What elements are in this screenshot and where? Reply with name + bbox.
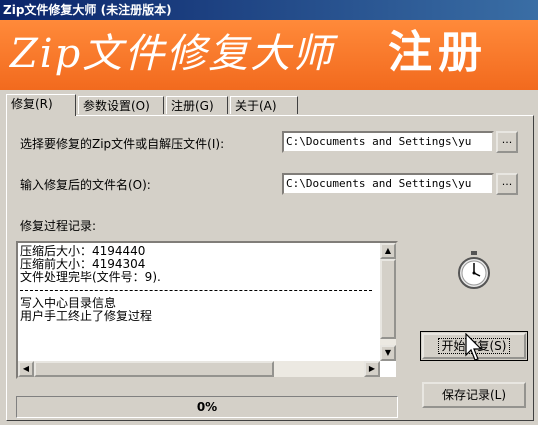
output-browse-button[interactable]: ... [496, 173, 518, 195]
log-textarea[interactable]: 压缩后大小：4194440 压缩前大小：4194304 文件处理完毕(文件号：9… [16, 241, 398, 379]
output-file-input[interactable]: C:\Documents and Settings\yu [282, 173, 494, 195]
app-banner: Zip文件修复大师 注册 [0, 20, 538, 90]
progress-bar: 0% [16, 396, 398, 418]
scroll-left-icon[interactable]: ◀ [18, 361, 34, 377]
tab-about[interactable]: 关于(A) [230, 96, 298, 114]
source-file-label: 选择要修复的Zip文件或自解压文件(I): [20, 137, 225, 151]
output-file-label: 输入修复后的文件名(O): [20, 178, 151, 192]
log-vertical-scrollbar[interactable]: ▲ ▼ [380, 243, 396, 361]
window-title-bar[interactable]: Zip文件修复大师 (未注册版本) [0, 0, 538, 20]
save-log-button[interactable]: 保存记录(L) [422, 382, 526, 408]
log-line: 压缩前大小：4194304 [20, 258, 146, 271]
log-content: 压缩后大小：4194440 压缩前大小：4194304 文件处理完毕(文件号：9… [20, 245, 378, 323]
scroll-down-icon[interactable]: ▼ [380, 345, 396, 361]
log-horizontal-scrollbar[interactable]: ◀ ▶ [18, 361, 380, 377]
cursor-arrow-icon [465, 333, 483, 361]
log-label: 修复过程记录: [20, 219, 97, 233]
tab-repair[interactable]: 修复(R) [6, 94, 76, 116]
tab-register[interactable]: 注册(G) [166, 96, 228, 114]
stopwatch-icon [458, 251, 490, 289]
log-line: 用户手工终止了修复过程 [20, 310, 153, 323]
log-line: 写入中心目录信息 [20, 297, 117, 310]
horizontal-scroll-thumb[interactable] [34, 361, 274, 377]
vertical-scroll-thumb[interactable] [380, 259, 396, 339]
log-line: 压缩后大小：4194440 [20, 245, 146, 258]
banner-register: 注册 [388, 27, 488, 78]
scroll-up-icon[interactable]: ▲ [380, 243, 396, 259]
log-line: 文件处理完毕(文件号：9). [20, 271, 161, 284]
source-file-input[interactable]: C:\Documents and Settings\yu [282, 131, 494, 153]
progress-text: 0% [196, 400, 218, 414]
banner-title: Zip文件修复大师 [10, 31, 335, 77]
scroll-right-icon[interactable]: ▶ [364, 361, 380, 377]
window-title: Zip文件修复大师 (未注册版本) [3, 3, 172, 17]
tab-settings[interactable]: 参数设置(O) [78, 96, 164, 114]
log-separator [20, 284, 372, 291]
source-browse-button[interactable]: ... [496, 131, 518, 153]
